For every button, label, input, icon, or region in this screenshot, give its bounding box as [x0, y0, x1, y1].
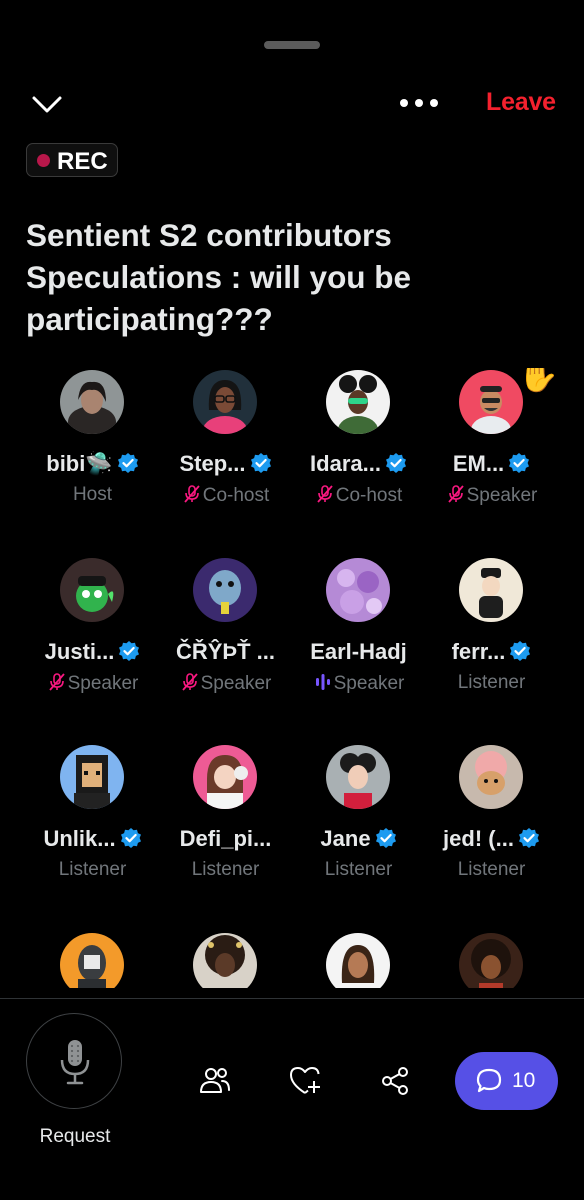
avatar [459, 558, 523, 622]
participant-name: Jane [292, 826, 425, 852]
verified-badge-icon [117, 452, 139, 474]
participant-card[interactable]: Unlik... Listener [26, 743, 159, 893]
avatar [459, 745, 523, 809]
verified-badge-icon [385, 452, 407, 474]
participant-name: Idara... [292, 451, 425, 477]
space-title: Sentient S2 contributors Speculations : … [26, 217, 412, 337]
verified-badge-icon [508, 452, 530, 474]
request-label[interactable]: Request [20, 1126, 130, 1148]
footer-divider [0, 998, 584, 999]
participant-name: EM... [425, 451, 558, 477]
participant-role: Listener [324, 859, 393, 880]
avatar [193, 370, 257, 434]
chat-count: 10 [512, 1069, 536, 1092]
participant-card[interactable] [292, 931, 425, 988]
share-icon[interactable] [378, 1064, 412, 1098]
avatar [459, 933, 523, 988]
participant-card[interactable]: ✋ EM... Speaker [425, 368, 558, 518]
mic-off-icon [180, 672, 200, 692]
chat-bubble-icon [476, 1068, 502, 1093]
speaking-icon [313, 672, 333, 692]
participant-card[interactable]: Justi... Speaker [26, 556, 159, 706]
recording-dot-icon [37, 154, 50, 167]
participants-grid: bibi🛸 Host Step... Co-host Idara... Co-h… [26, 368, 558, 988]
chevron-down-icon[interactable] [30, 88, 64, 120]
avatar [60, 745, 124, 809]
request-mic-button[interactable] [26, 1013, 122, 1109]
participant-role: Host [72, 484, 113, 505]
people-icon[interactable] [198, 1064, 232, 1098]
leave-button[interactable]: Leave [486, 88, 556, 117]
more-dots-icon[interactable] [398, 94, 440, 112]
participant-card[interactable]: bibi🛸 Host [26, 368, 159, 518]
participant-card[interactable] [159, 931, 292, 988]
participant-role: Speaker [26, 672, 159, 695]
participant-name: bibi🛸 [26, 451, 159, 477]
recording-label: REC [57, 148, 108, 175]
verified-badge-icon [118, 640, 140, 662]
mic-off-icon [315, 484, 335, 504]
participant-role: Speaker [292, 672, 425, 695]
mic-off-icon [182, 484, 202, 504]
participant-name: Step... [159, 451, 292, 477]
avatar [459, 370, 523, 434]
participant-card[interactable] [26, 931, 159, 988]
recording-badge: REC [26, 143, 118, 177]
participant-role: Co-host [159, 484, 292, 507]
verified-badge-icon [518, 827, 540, 849]
avatar [60, 933, 124, 988]
verified-badge-icon [509, 640, 531, 662]
participant-role: Listener [457, 859, 526, 880]
participant-role: Speaker [159, 672, 292, 695]
participant-card[interactable]: Step... Co-host [159, 368, 292, 518]
participant-name: ferr... [425, 639, 558, 665]
participant-role: Listener [58, 859, 127, 880]
participant-name: ČŘŶÞŤ ... [175, 639, 275, 664]
participant-card[interactable]: ČŘŶÞŤ ... Speaker [159, 556, 292, 706]
mic-off-icon [446, 484, 466, 504]
avatar [326, 933, 390, 988]
verified-badge-icon [120, 827, 142, 849]
participant-role: Co-host [292, 484, 425, 507]
participant-role: Listener [457, 672, 526, 693]
participant-card[interactable]: Earl-Hadj Speaker [292, 556, 425, 706]
avatar [326, 558, 390, 622]
drag-handle[interactable] [264, 41, 320, 49]
participant-name: jed! (... [425, 826, 558, 852]
avatar [60, 558, 124, 622]
participant-name: Unlik... [26, 826, 159, 852]
raised-hand-icon: ✋ [517, 368, 558, 394]
participant-name: Justi... [26, 639, 159, 665]
verified-badge-icon [375, 827, 397, 849]
participant-card[interactable] [425, 931, 558, 988]
mic-off-icon [47, 672, 67, 692]
avatar [60, 370, 124, 434]
participant-card[interactable]: Idara... Co-host [292, 368, 425, 518]
avatar [326, 370, 390, 434]
chat-button[interactable]: 10 [455, 1052, 558, 1110]
participant-card[interactable]: Defi_pi... Listener [159, 743, 292, 893]
participant-card[interactable]: ferr... Listener [425, 556, 558, 706]
participant-card[interactable]: Jane Listener [292, 743, 425, 893]
microphone-icon [60, 1040, 90, 1085]
participant-card[interactable]: jed! (... Listener [425, 743, 558, 893]
avatar [193, 558, 257, 622]
heart-plus-icon[interactable] [288, 1064, 322, 1098]
avatar [193, 933, 257, 988]
participant-name: Earl-Hadj [310, 639, 407, 664]
participant-role: Listener [191, 859, 260, 880]
avatar [193, 745, 257, 809]
participant-role: Speaker [425, 484, 558, 507]
verified-badge-icon [250, 452, 272, 474]
avatar [326, 745, 390, 809]
participant-name: Defi_pi... [179, 826, 272, 851]
